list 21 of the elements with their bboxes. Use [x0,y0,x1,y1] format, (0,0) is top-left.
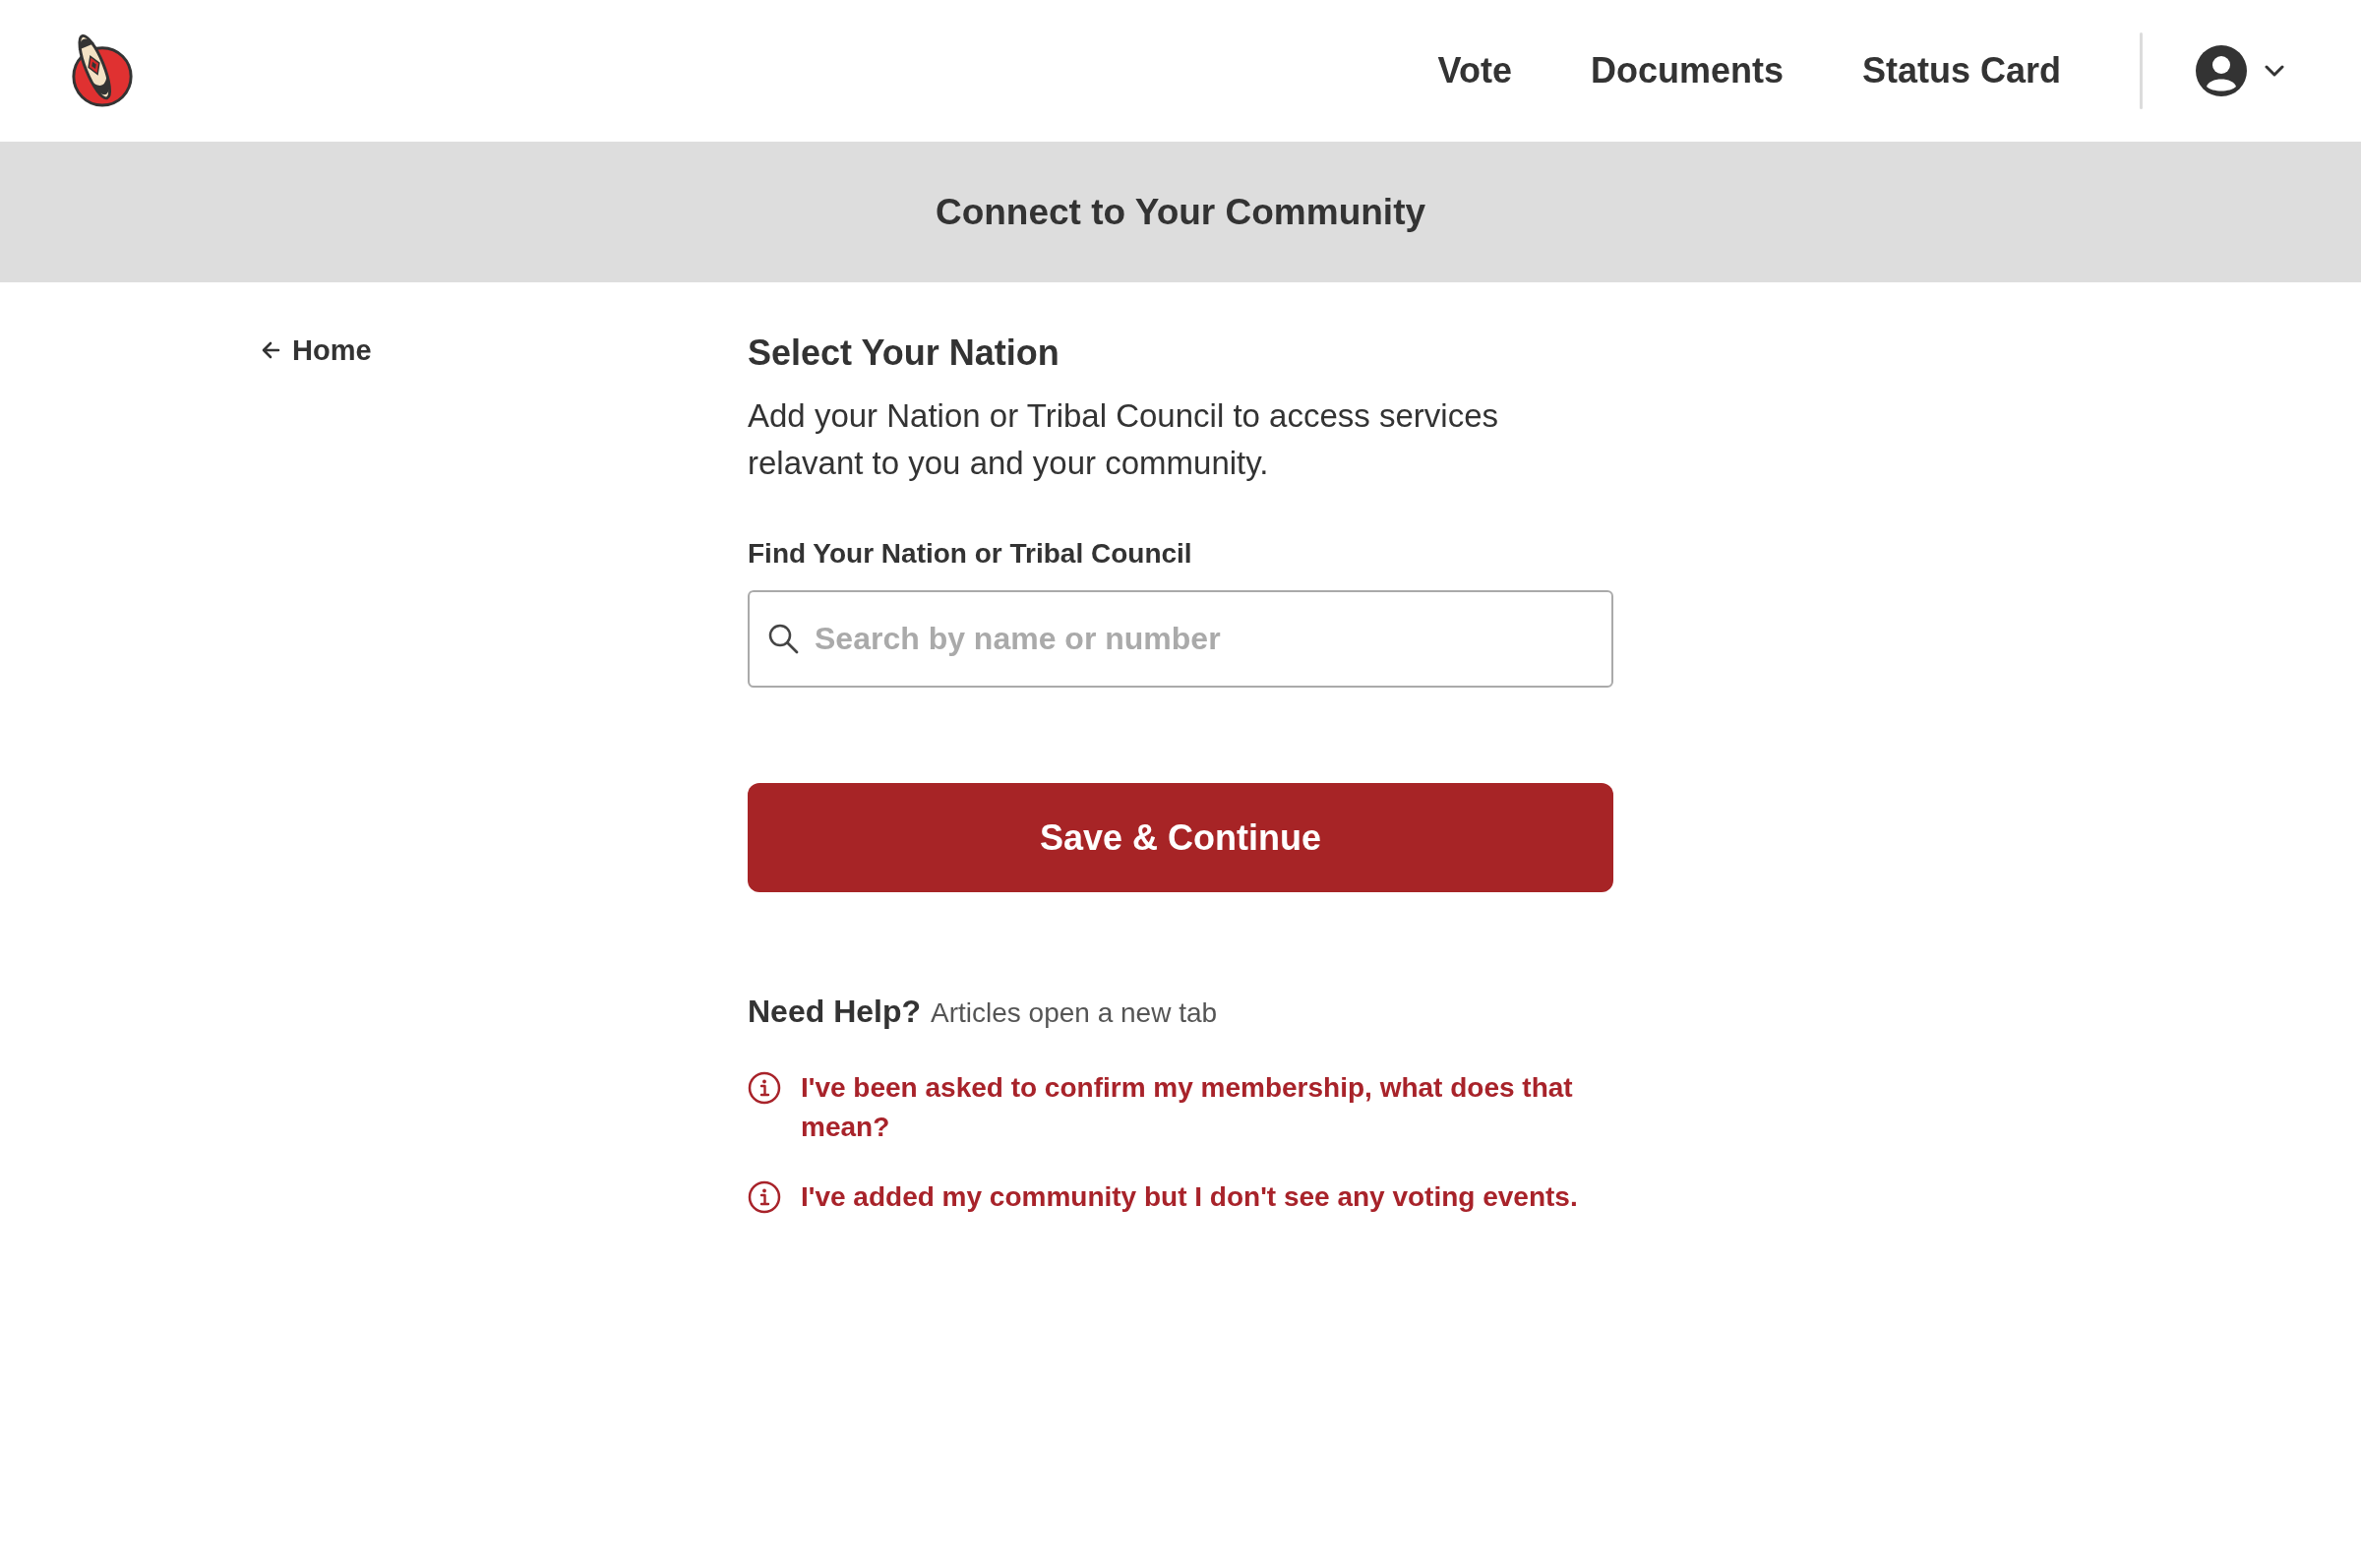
info-icon [748,1180,781,1214]
nav-link[interactable]: Status Card [1861,49,2061,92]
search-icon [767,623,799,654]
search-label: Find Your Nation or Tribal Council [748,537,1193,571]
help-note: Articles open a new tab [931,996,1218,1030]
save-continue-button[interactable]: Save & Continue [748,783,1613,892]
home-link[interactable]: Home [261,333,372,367]
nav-link[interactable]: Vote [1437,49,1512,92]
help-article-link[interactable]: I've been asked to confirm my membership, what does that mean? [801,1068,1613,1147]
banner-title: Connect to Your Community [935,190,1426,234]
section-description: Add your Nation or Tribal Council to access services relavant to you and your community. [748,396,1499,483]
chevron-down-icon [2265,65,2284,77]
nav-link[interactable]: Documents [1590,49,1784,92]
section-heading: Select Your Nation [748,332,1060,375]
user-avatar-icon [2196,45,2247,96]
help-article-link[interactable]: I've added my community but I don't see any voting events. [801,1177,1578,1217]
search-field[interactable]: Search by name or number [748,590,1613,688]
info-icon [748,1071,781,1105]
help-title: Need Help? [748,993,922,1031]
account-menu-button[interactable] [2196,45,2284,96]
arrow-left-icon [261,340,280,360]
